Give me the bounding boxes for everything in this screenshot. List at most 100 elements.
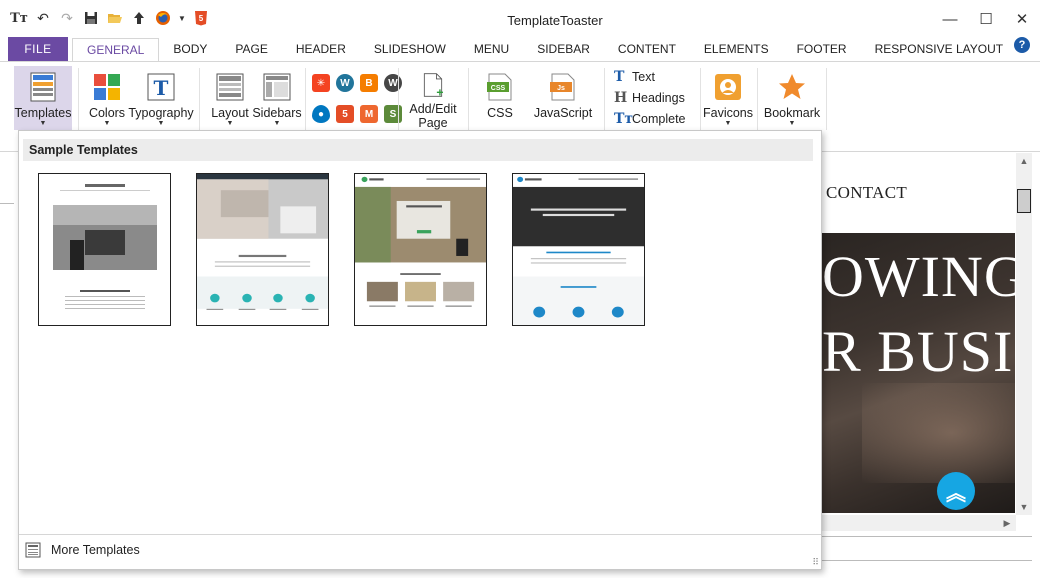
css-button[interactable]: CSS CSS xyxy=(478,66,522,132)
sidebars-button[interactable]: Sidebars ▼ xyxy=(252,66,302,132)
wordpress-alt-icon[interactable]: W xyxy=(384,74,402,92)
typography-icon: T xyxy=(147,73,175,101)
ribbon-tabs: FILE GENERAL BODY PAGE HEADER SLIDESHOW … xyxy=(0,36,1040,62)
bookmark-button[interactable]: Bookmark ▼ xyxy=(762,66,822,132)
layout-button[interactable]: Layout ▼ xyxy=(208,66,252,132)
tab-header[interactable]: HEADER xyxy=(282,37,360,61)
tab-responsive-layout[interactable]: RESPONSIVE LAYOUT xyxy=(861,37,1017,61)
headings-button[interactable]: H Headings xyxy=(614,90,686,106)
javascript-label: JavaScript xyxy=(533,106,593,120)
favicon-icon xyxy=(715,74,741,100)
maximize-button[interactable]: ☐ xyxy=(968,6,1004,32)
tab-general[interactable]: GENERAL xyxy=(72,38,160,62)
text-styles-list: T Text H Headings Tт Complete xyxy=(614,66,686,132)
sidebars-label: Sidebars xyxy=(252,106,302,120)
template-thumbnail[interactable] xyxy=(38,173,171,326)
panel-header: Sample Templates xyxy=(23,139,813,161)
more-templates-button[interactable]: More Templates xyxy=(19,534,821,564)
layout-label: Layout xyxy=(211,106,249,120)
tab-menu[interactable]: MENU xyxy=(460,37,523,61)
typography-button[interactable]: T Typography ▼ xyxy=(128,66,194,132)
magento-icon[interactable]: M xyxy=(360,105,378,123)
templates-button[interactable]: Templates ▼ xyxy=(14,66,72,130)
more-templates-label: More Templates xyxy=(51,542,140,557)
add-page-icon: + xyxy=(423,73,443,98)
scroll-to-top-button[interactable]: ︽ xyxy=(937,472,975,510)
favicons-label: Favicons xyxy=(702,106,754,120)
chevron-down-icon: ▼ xyxy=(39,120,47,127)
close-button[interactable]: ✕ xyxy=(1004,6,1040,32)
svg-text:Js: Js xyxy=(557,85,565,92)
svg-text:T: T xyxy=(154,76,169,100)
chevron-down-icon: ▼ xyxy=(226,120,234,127)
layout-icon xyxy=(216,73,244,101)
tab-footer[interactable]: FOOTER xyxy=(783,37,861,61)
drupal-icon[interactable]: ● xyxy=(312,105,330,123)
html5-icon[interactable]: 5 xyxy=(336,105,354,123)
chevron-down-icon: ▼ xyxy=(157,120,165,127)
hero-heading-line1: OWING A xyxy=(822,244,1015,309)
hero-heading-line2: R BUSIN xyxy=(822,319,1015,384)
templates-dropdown-panel: Sample Templates More Templates ⠿ xyxy=(18,130,822,570)
title-bar: Tт ↶ ↷ ▼ 5 TemplateToaster — ☐ ✕ xyxy=(0,0,1040,36)
tab-file[interactable]: FILE xyxy=(8,37,68,61)
tab-sidebar[interactable]: SIDEBAR xyxy=(523,37,604,61)
divider xyxy=(822,560,1032,561)
typography-label: Typography xyxy=(128,106,194,120)
templates-list-icon xyxy=(25,542,41,557)
chevron-down-icon: ▼ xyxy=(273,120,281,127)
javascript-icon: Js xyxy=(550,73,575,101)
colors-icon xyxy=(94,74,120,100)
chevron-down-icon: ▼ xyxy=(103,120,111,127)
text-label: Text xyxy=(632,70,655,84)
hero-banner: OWING A R BUSIN xyxy=(822,233,1015,513)
template-3-preview xyxy=(355,174,486,325)
help-icon[interactable]: ? xyxy=(1014,37,1030,53)
css-icon: CSS xyxy=(487,73,512,101)
templates-label: Templates xyxy=(14,106,72,120)
joomla-icon[interactable]: ✳ xyxy=(312,74,330,92)
complete-label: Complete xyxy=(632,112,686,126)
tab-page[interactable]: PAGE xyxy=(221,37,281,61)
svg-text:CSS: CSS xyxy=(491,85,506,92)
favicons-button[interactable]: Favicons ▼ xyxy=(702,66,754,132)
scrollbar-thumb[interactable] xyxy=(1017,189,1031,213)
blogger-icon[interactable]: B xyxy=(360,74,378,92)
template-1-preview xyxy=(50,180,160,320)
template-thumbnail[interactable] xyxy=(512,173,645,326)
tab-slideshow[interactable]: SLIDESHOW xyxy=(360,37,460,61)
tab-elements[interactable]: ELEMENTS xyxy=(690,37,783,61)
shop-icon[interactable]: S xyxy=(384,105,402,123)
scroll-up-icon[interactable]: ▲ xyxy=(1016,153,1032,169)
window-title: TemplateToaster xyxy=(507,13,603,28)
hero-image xyxy=(862,383,1015,483)
template-thumbnail[interactable] xyxy=(196,173,329,326)
add-edit-page-button[interactable]: + Add/Edit Page xyxy=(404,66,462,132)
nav-contact[interactable]: CONTACT xyxy=(826,183,907,203)
headings-label: Headings xyxy=(632,91,685,105)
complete-button[interactable]: Tт Complete xyxy=(614,111,686,127)
svg-text:+: + xyxy=(436,85,443,98)
horizontal-scrollbar[interactable]: ▶ xyxy=(822,515,1016,531)
colors-button[interactable]: Colors ▼ xyxy=(86,66,128,132)
templates-icon xyxy=(30,72,56,102)
cms-icons: ✳ W B W ● 5 M S xyxy=(312,66,404,132)
template-2-preview xyxy=(197,174,328,325)
resize-grip-icon[interactable]: ⠿ xyxy=(812,557,819,568)
javascript-button[interactable]: Js JavaScript xyxy=(530,66,596,132)
minimize-button[interactable]: — xyxy=(932,6,968,32)
scroll-down-icon[interactable]: ▼ xyxy=(1016,499,1032,515)
wordpress-icon[interactable]: W xyxy=(336,74,354,92)
css-label: CSS xyxy=(487,106,513,120)
star-icon xyxy=(779,74,805,99)
tab-content[interactable]: CONTENT xyxy=(604,37,690,61)
headings-icon: H xyxy=(614,90,628,106)
tab-body[interactable]: BODY xyxy=(159,37,221,61)
scroll-right-icon[interactable]: ▶ xyxy=(1000,515,1014,531)
text-button[interactable]: T Text xyxy=(614,69,686,85)
add-edit-page-label: Add/Edit Page xyxy=(409,102,457,130)
complete-icon: Tт xyxy=(614,111,634,127)
vertical-scrollbar[interactable]: ▲ ▼ xyxy=(1016,153,1032,515)
bookmark-label: Bookmark xyxy=(763,106,821,120)
template-thumbnail[interactable] xyxy=(354,173,487,326)
